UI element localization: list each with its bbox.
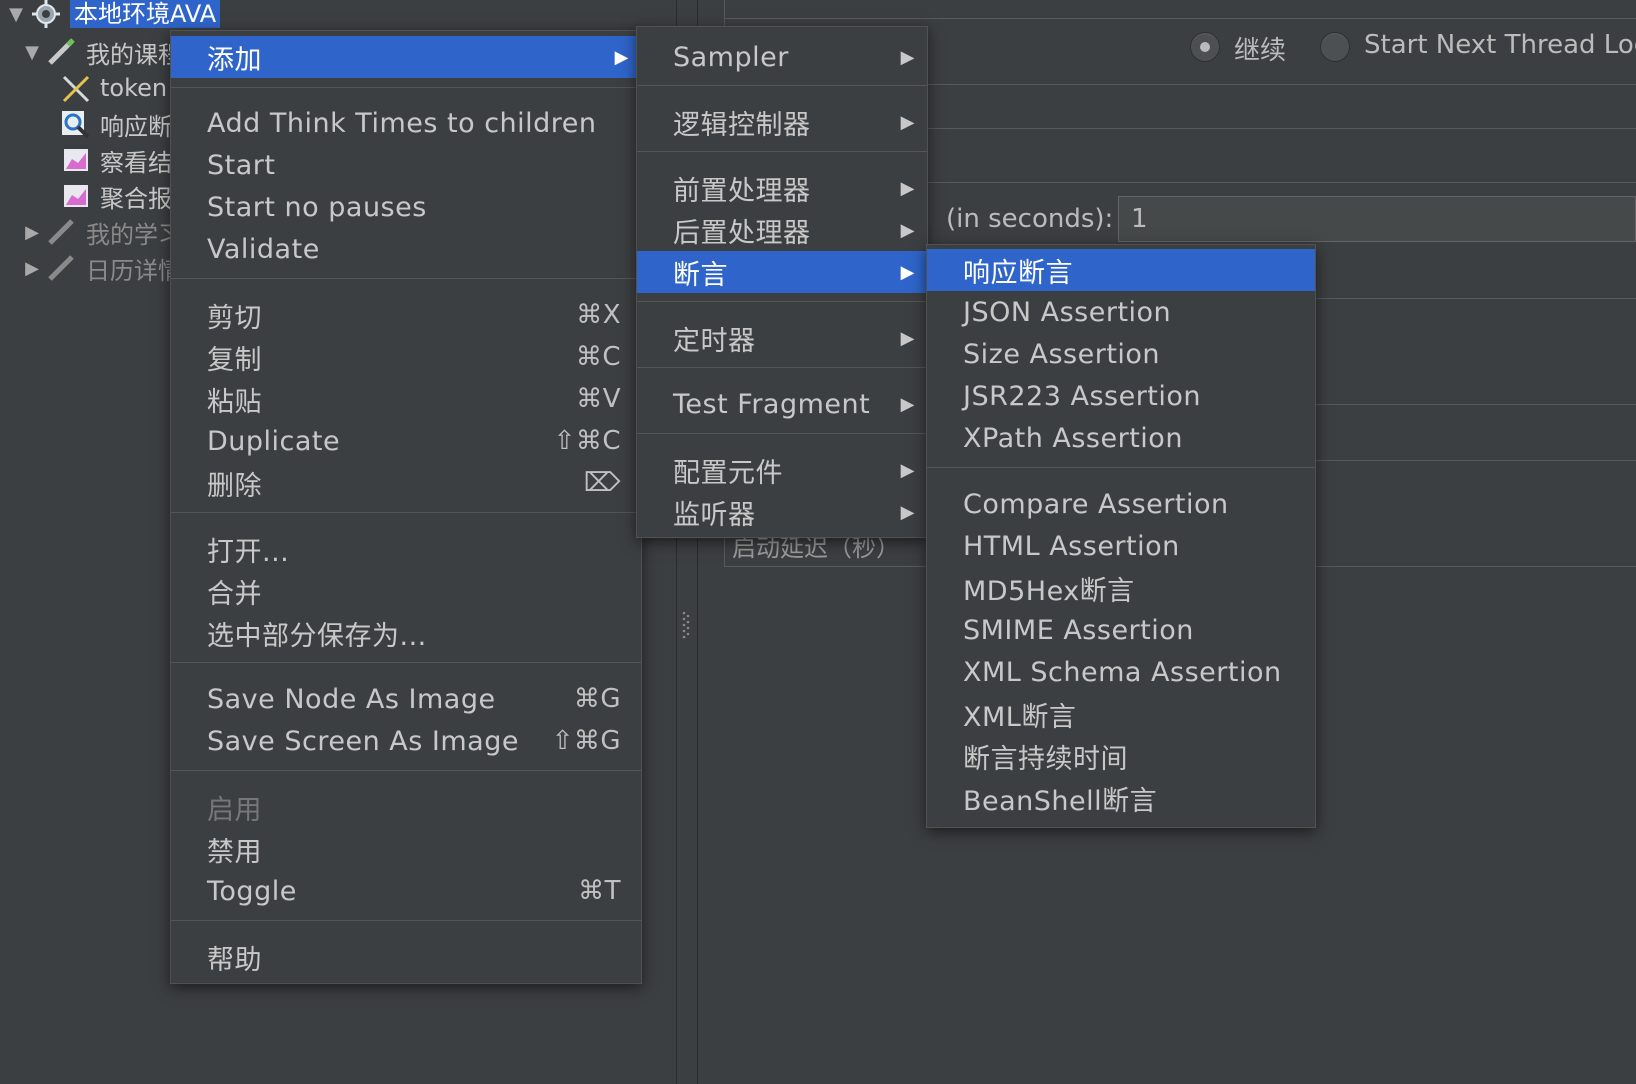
assertion-item-json[interactable]: JSON Assertion (927, 291, 1315, 333)
tree-item-label: 察看结 (100, 148, 172, 177)
tree-item-aggregate-report[interactable]: 聚合报 (58, 178, 172, 214)
tools-icon (58, 73, 94, 103)
assertion-item-jsr223[interactable]: JSR223 Assertion (927, 375, 1315, 417)
submenu-arrow-icon: ▶ (900, 501, 915, 523)
pencil-icon (44, 217, 80, 247)
submenu-arrow-icon: ▶ (614, 46, 629, 68)
submenu-arrow-icon: ▶ (900, 393, 915, 415)
submenu-item-timer[interactable]: 定时器 ▶ (637, 317, 927, 359)
magnifier-icon (58, 109, 94, 139)
tree-item-course[interactable]: ▼ 我的课程 (20, 34, 182, 70)
menu-item-save-screen-image[interactable]: Save Screen As Image ⇧⌘G (171, 720, 641, 762)
submenu-item-test-fragment[interactable]: Test Fragment ▶ (637, 383, 927, 425)
menu-item-start[interactable]: Start (171, 144, 641, 186)
submenu-arrow-icon: ▶ (900, 327, 915, 349)
submenu-item-post-processor[interactable]: 后置处理器 ▶ (637, 209, 927, 251)
submenu-arrow-icon: ▶ (900, 46, 915, 68)
assertion-submenu: 响应断言 JSON Assertion Size Assertion JSR22… (926, 244, 1316, 828)
submenu-item-logic-controller[interactable]: 逻辑控制器 ▶ (637, 101, 927, 143)
continue-radio-label: 继续 (1234, 36, 1287, 66)
gear-icon (28, 0, 64, 29)
menu-item-save-node-image[interactable]: Save Node As Image ⌘G (171, 678, 641, 720)
menu-item-disable[interactable]: 禁用 (171, 828, 641, 870)
menu-item-delete[interactable]: 删除 ⌦ (171, 462, 641, 504)
add-submenu: Sampler ▶ 逻辑控制器 ▶ 前置处理器 ▶ 后置处理器 ▶ 断言 ▶ 定时器 ▶ T… (636, 26, 928, 538)
collapse-arrow-icon[interactable]: ▶ (20, 222, 44, 243)
tree-item-calendar[interactable]: ▶ 日历详情 (20, 250, 182, 286)
menu-item-duplicate[interactable]: Duplicate ⇧⌘C (171, 420, 641, 462)
tree-item-view-results[interactable]: 察看结 (58, 142, 172, 178)
menu-item-merge[interactable]: 合并 (171, 570, 641, 612)
assertion-item-html[interactable]: HTML Assertion (927, 525, 1315, 567)
start-next-thread-radio[interactable] (1320, 32, 1350, 62)
menu-item-validate[interactable]: Validate (171, 228, 641, 270)
splitter-grip-icon[interactable] (681, 610, 691, 640)
tree-item-label: token (100, 74, 168, 102)
submenu-item-sampler[interactable]: Sampler ▶ (637, 36, 927, 78)
menu-item-enable: 启用 (207, 794, 262, 826)
menu-item-save-selection-as[interactable]: 选中部分保存为... (171, 612, 641, 654)
submenu-arrow-icon: ▶ (900, 111, 915, 133)
collapse-arrow-icon[interactable]: ▶ (20, 258, 44, 279)
pencil-icon (44, 37, 80, 67)
assertion-item-compare[interactable]: Compare Assertion (927, 483, 1315, 525)
tree-item-study[interactable]: ▶ 我的学习 (20, 214, 182, 250)
tree-item-label: 聚合报 (100, 184, 172, 213)
expand-arrow-icon[interactable]: ▼ (4, 4, 28, 25)
tree-item-label: 我的课程 (86, 40, 182, 69)
menu-item-paste[interactable]: 粘贴 ⌘V (171, 378, 641, 420)
assertion-item-response-assertion[interactable]: 响应断言 (927, 249, 1315, 291)
menu-item-add-think-times[interactable]: Add Think Times to children (171, 102, 641, 144)
chart-icon (58, 145, 94, 175)
tree-item-label: 我的学习 (86, 220, 182, 249)
menu-item-toggle[interactable]: Toggle ⌘T (171, 870, 641, 912)
submenu-item-pre-processor[interactable]: 前置处理器 ▶ (637, 167, 927, 209)
submenu-item-assertion[interactable]: 断言 ▶ (637, 251, 927, 293)
assertion-item-duration[interactable]: 断言持续时间 (927, 735, 1315, 777)
tree-item-token[interactable]: token (58, 70, 167, 106)
tree-item-response-assertion[interactable]: 响应断 (58, 106, 172, 142)
pencil-icon (44, 253, 80, 283)
assertion-item-xml-schema[interactable]: XML Schema Assertion (927, 651, 1315, 693)
menu-item-start-no-pauses[interactable]: Start no pauses (171, 186, 641, 228)
start-next-thread-radio-label: Start Next Thread Loop (1364, 30, 1636, 60)
chart-icon (58, 181, 94, 211)
assertion-item-xpath[interactable]: XPath Assertion (927, 417, 1315, 459)
submenu-item-listener[interactable]: 监听器 ▶ (637, 491, 927, 533)
tree-root-node[interactable]: ▼ 本地环境AVA (4, 0, 221, 32)
submenu-arrow-icon: ▶ (900, 219, 915, 241)
assertion-item-md5hex[interactable]: MD5Hex断言 (927, 567, 1315, 609)
context-menu: 添加 ▶ Add Think Times to children Start St… (170, 30, 642, 984)
menu-item-cut[interactable]: 剪切 ⌘X (171, 294, 641, 336)
tree-item-label: 响应断 (100, 112, 172, 141)
submenu-arrow-icon: ▶ (900, 177, 915, 199)
expand-arrow-icon[interactable]: ▼ (20, 42, 44, 63)
assertion-item-size[interactable]: Size Assertion (927, 333, 1315, 375)
submenu-arrow-icon: ▶ (900, 261, 915, 283)
tree-item-label: 日历详情 (86, 256, 182, 285)
menu-item-open[interactable]: 打开... (171, 528, 641, 570)
continue-radio[interactable] (1190, 32, 1220, 62)
menu-item-copy[interactable]: 复制 ⌘C (171, 336, 641, 378)
menu-item-add[interactable]: 添加 ▶ (171, 36, 641, 78)
assertion-item-smime[interactable]: SMIME Assertion (927, 609, 1315, 651)
submenu-arrow-icon: ▶ (900, 459, 915, 481)
ramp-up-label: (in seconds): (946, 204, 1114, 234)
delete-key-icon: ⌦ (583, 468, 621, 498)
assertion-item-beanshell[interactable]: BeanShell断言 (927, 777, 1315, 819)
submenu-item-config-element[interactable]: 配置元件 ▶ (637, 449, 927, 491)
ramp-up-input[interactable]: 1 (1118, 196, 1636, 242)
assertion-item-xml[interactable]: XML断言 (927, 693, 1315, 735)
menu-item-help[interactable]: 帮助 (171, 936, 641, 978)
tree-root-label[interactable]: 本地环境AVA (70, 0, 221, 28)
